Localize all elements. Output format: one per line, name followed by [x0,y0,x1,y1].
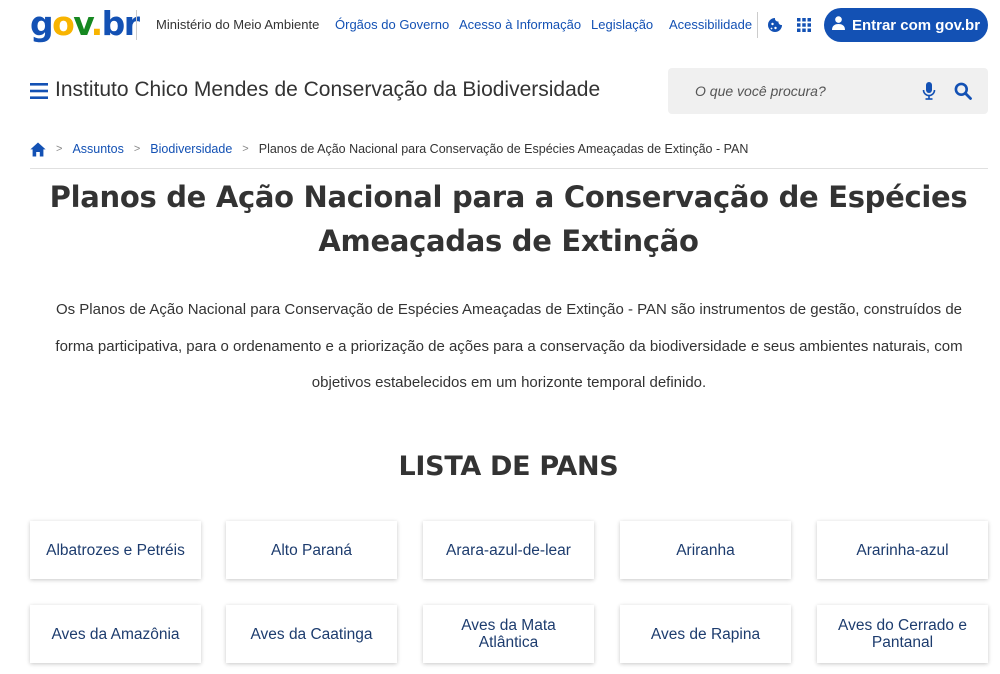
pan-card-label: Arara-azul-de-lear [446,541,571,559]
pan-card-aves-caatinga[interactable]: Aves da Caatinga [226,605,397,663]
link-orgaos-governo[interactable]: Órgãos do Governo [335,17,449,32]
pan-card-arara-azul-de-lear[interactable]: Arara-azul-de-lear [423,521,594,579]
cookie-icon[interactable] [765,15,785,35]
microphone-icon[interactable] [921,81,937,101]
breadcrumb-assuntos[interactable]: Assuntos [72,142,123,156]
login-label: Entrar com gov.br [851,16,981,34]
pan-card-label: Aves de Rapina [650,625,761,643]
pan-card-label: Aves da Caatinga [250,625,373,643]
site-title[interactable]: Instituto Chico Mendes de Conservação da… [55,78,600,102]
pan-card-albatrozes-petreis[interactable]: Albatrozes e Petréis [30,521,201,579]
breadcrumb-biodiversidade[interactable]: Biodiversidade [150,142,232,156]
divider [757,12,758,38]
list-title: LISTA DE PANS [398,451,619,482]
ministry-name: Ministério do Meio Ambiente [156,17,320,32]
intro-paragraph: Os Planos de Ação Nacional para Conserva… [28,292,990,402]
hamburger-menu-icon[interactable] [30,82,48,100]
link-acessibilidade[interactable]: Acessibilidade [669,17,752,32]
pan-card-aves-amazonia[interactable]: Aves da Amazônia [30,605,201,663]
govbr-logo[interactable]: gov.br [30,4,140,44]
breadcrumb: > Assuntos > Biodiversidade > Planos de … [30,140,748,158]
pan-card-ararinha-azul[interactable]: Ararinha-azul [817,521,988,579]
intro-line: forma participativa, para o ordenamento … [55,337,963,355]
govbr-top-bar: gov.br Ministério do Meio Ambiente Órgão… [0,0,1000,52]
pan-card-label: Alto Paraná [271,541,352,559]
user-icon [831,16,845,34]
pan-card-label: Aves da Amazônia [51,625,180,643]
pan-card-label: Aves da Mata Atlântica [461,617,556,651]
pan-card-aves-cerrado-pantanal[interactable]: Aves do Cerrado e Pantanal [817,605,988,663]
breadcrumb-separator: > [133,143,141,155]
pan-card-label: Albatrozes e Petréis [46,541,185,559]
intro-line: Os Planos de Ação Nacional para Conserva… [55,301,963,318]
link-acesso-informacao[interactable]: Acesso à Informação [459,17,581,32]
pan-card-alto-parana[interactable]: Alto Paraná [226,521,397,579]
page-title-line: Ameaçadas de Extinção [318,224,699,258]
divider [136,10,137,40]
divider [30,168,988,169]
login-govbr-button[interactable]: Entrar com gov.br [824,8,988,42]
page-title-line: Planos de Ação Nacional para a Conservaç… [49,180,968,214]
breadcrumb-separator: > [242,143,249,155]
pan-card-label: Ariranha [676,541,735,559]
pan-card-label: Aves do Cerrado e Pantanal [838,617,967,651]
apps-grid-icon[interactable] [794,15,814,35]
pan-card-label: Ararinha-azul [856,541,949,559]
breadcrumb-current: Planos de Ação Nacional para Conservação… [258,142,749,156]
breadcrumb-separator: > [56,143,63,155]
search-input[interactable]: O que você procura? [695,83,826,99]
intro-line: objetivos estabelecidos em um horizonte … [311,374,707,391]
search-icon[interactable] [954,82,972,100]
pan-card-aves-rapina[interactable]: Aves de Rapina [620,605,791,663]
pan-card-ariranha[interactable]: Ariranha [620,521,791,579]
link-legislacao[interactable]: Legislação [591,17,653,32]
search-box[interactable]: O que você procura? [668,68,988,114]
pan-card-aves-mata-atlantica[interactable]: Aves da Mata Atlântica [423,605,594,663]
home-icon[interactable] [30,142,46,157]
page-title: Planos de Ação Nacional para a Conservaç… [40,175,977,263]
